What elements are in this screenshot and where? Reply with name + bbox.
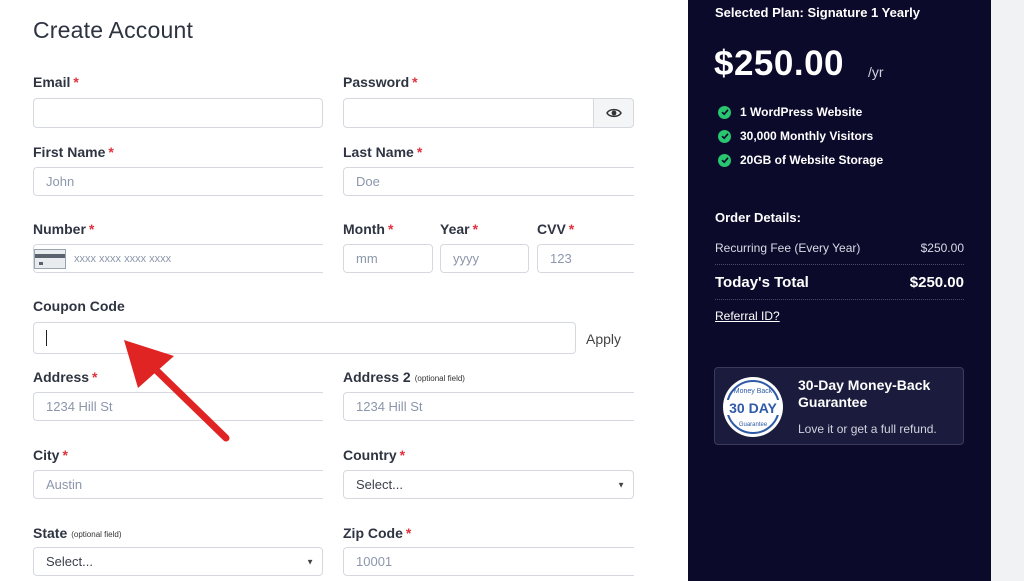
chevron-down-icon: ▼ xyxy=(617,480,625,489)
check-circle-icon xyxy=(718,105,731,119)
total-label: Today's Total xyxy=(715,274,809,291)
year-input[interactable]: yyyy xyxy=(440,244,529,273)
feature-item: 1 WordPress Website xyxy=(718,105,862,119)
recurring-fee-label: Recurring Fee (Every Year) xyxy=(715,241,861,255)
guarantee-card: Money Back 30 DAY Guarantee 30-Day Money… xyxy=(714,367,964,445)
svg-text:Guarantee: Guarantee xyxy=(739,422,768,428)
year-label: Year * xyxy=(440,221,479,237)
eye-icon xyxy=(605,108,622,118)
address-label: Address * xyxy=(33,369,98,385)
plan-price: $250.00 xyxy=(714,44,845,83)
total-value: $250.00 xyxy=(909,274,964,291)
cvv-input[interactable]: 123 xyxy=(537,244,634,273)
order-details-title: Order Details: xyxy=(715,210,801,225)
coupon-input[interactable] xyxy=(33,322,576,354)
card-number-label: Number * xyxy=(33,221,95,237)
selected-plan-title: Selected Plan: Signature 1 Yearly xyxy=(715,5,920,20)
city-input[interactable]: Austin xyxy=(33,470,323,499)
first-name-label: First Name * xyxy=(33,144,114,160)
city-label: City * xyxy=(33,447,68,463)
last-name-label: Last Name * xyxy=(343,144,423,160)
address2-label: Address 2 (optional field) xyxy=(343,369,465,385)
annotation-arrow xyxy=(124,340,230,442)
first-name-input[interactable]: John xyxy=(33,167,323,196)
email-label: Email * xyxy=(33,74,79,90)
total-row: Today's Total $250.00 xyxy=(715,274,964,291)
last-name-input[interactable]: Doe xyxy=(343,167,634,196)
check-circle-icon xyxy=(718,129,731,143)
feature-item: 30,000 Monthly Visitors xyxy=(718,129,873,143)
svg-text:30 DAY: 30 DAY xyxy=(729,400,777,416)
price-period: /yr xyxy=(868,64,884,80)
country-label: Country * xyxy=(343,447,406,463)
toggle-password-button[interactable] xyxy=(594,98,634,128)
password-input[interactable] xyxy=(343,98,594,128)
divider xyxy=(715,299,964,300)
page-gutter xyxy=(991,0,1024,581)
referral-id-link[interactable]: Referral ID? xyxy=(715,309,780,323)
chevron-down-icon: ▼ xyxy=(306,557,314,566)
month-label: Month * xyxy=(343,221,394,237)
text-cursor xyxy=(46,330,47,346)
recurring-fee-value: $250.00 xyxy=(920,241,964,255)
money-back-badge-icon: Money Back 30 DAY Guarantee xyxy=(723,377,783,437)
check-circle-icon xyxy=(718,153,731,167)
guarantee-subtitle: Love it or get a full refund. xyxy=(798,422,937,436)
credit-card-icon xyxy=(34,248,66,269)
divider xyxy=(715,264,964,265)
recurring-fee-row: Recurring Fee (Every Year) $250.00 xyxy=(715,241,964,255)
state-select[interactable]: Select... ▼ xyxy=(33,547,323,576)
password-label: Password * xyxy=(343,74,418,90)
svg-text:Money Back: Money Back xyxy=(734,388,773,395)
zip-input[interactable]: 10001 xyxy=(343,547,634,576)
page-title: Create Account xyxy=(33,17,194,43)
feature-item: 20GB of Website Storage xyxy=(718,153,883,167)
address2-input[interactable]: 1234 Hill St xyxy=(343,392,634,421)
card-number-input[interactable]: xxxx xxxx xxxx xxxx xyxy=(33,244,323,273)
guarantee-title: 30-Day Money-Back Guarantee xyxy=(798,377,931,410)
zip-label: Zip Code * xyxy=(343,525,412,541)
state-label: State (optional field) xyxy=(33,525,122,541)
coupon-label: Coupon Code xyxy=(33,298,125,314)
apply-coupon-button[interactable]: Apply xyxy=(586,331,621,347)
email-input[interactable] xyxy=(33,98,323,128)
country-select[interactable]: Select... ▼ xyxy=(343,470,634,499)
month-input[interactable]: mm xyxy=(343,244,433,273)
cvv-label: CVV * xyxy=(537,221,575,237)
